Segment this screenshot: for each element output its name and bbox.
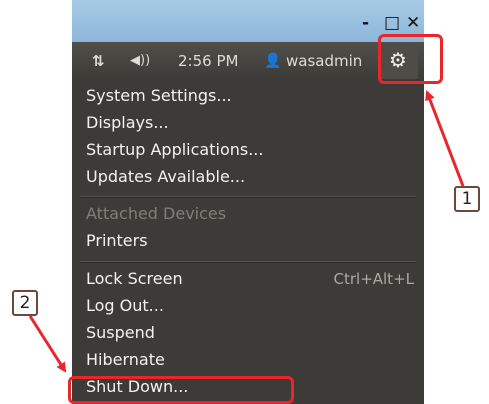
step-2-label: 2 (12, 290, 38, 316)
screenshot: - □ ✕ ⇅ ◀)) 2:56 PM 👤 wasadmin ⚙ System … (0, 0, 489, 404)
step-1-label: 1 (454, 186, 480, 212)
arrow-to-gear (425, 90, 465, 187)
annotation-arrows (28, 90, 465, 373)
arrow-to-shut-down (28, 315, 67, 373)
